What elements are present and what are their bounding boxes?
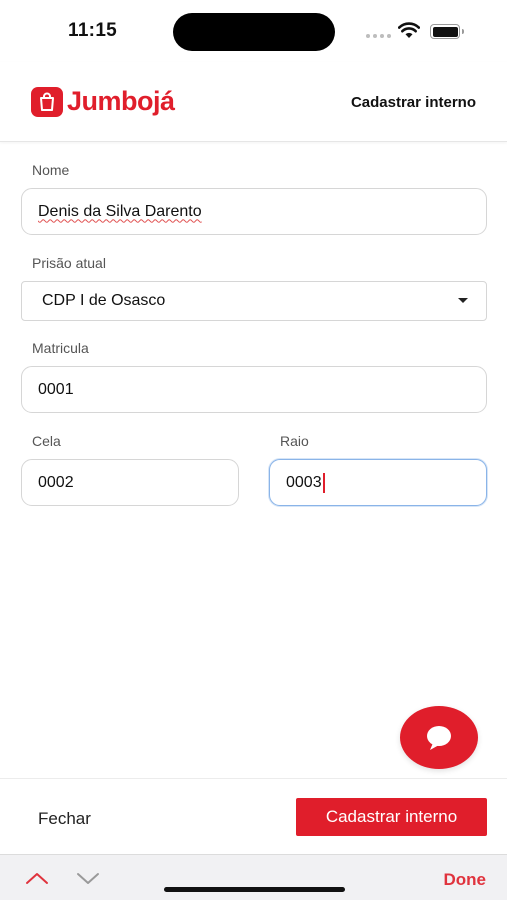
app-header: Jumbojá Cadastrar interno — [0, 62, 507, 142]
home-indicator — [164, 887, 345, 892]
chat-bubble-icon — [427, 725, 451, 750]
done-button[interactable]: Done — [444, 870, 487, 890]
footer-actions: Fechar Cadastrar interno — [0, 778, 507, 854]
caret-down-icon — [458, 298, 468, 303]
chat-button[interactable] — [400, 706, 478, 769]
close-button[interactable]: Fechar — [38, 809, 91, 829]
prisao-atual-label: Prisão atual — [32, 255, 106, 271]
dynamic-island — [173, 13, 335, 51]
submit-button[interactable]: Cadastrar interno — [296, 798, 487, 836]
status-time: 11:15 — [68, 20, 118, 41]
page-title: Cadastrar interno — [350, 94, 476, 111]
cela-value: 0002 — [38, 473, 74, 491]
brand-logo: Jumbojá — [31, 86, 175, 117]
nome-label: Nome — [32, 162, 70, 178]
brand-name: Jumbojá — [67, 86, 175, 116]
text-caret — [322, 472, 325, 493]
nome-value: Denis da Silva Darento — [38, 202, 202, 220]
battery-icon — [430, 24, 464, 39]
cela-label: Cela — [32, 433, 61, 449]
prisao-atual-select[interactable]: CDP I de Osasco — [21, 281, 487, 321]
status-bar: 11:15 — [0, 0, 507, 62]
chevron-down-icon[interactable] — [76, 871, 100, 890]
keyboard-accessory-bar: Done — [0, 854, 507, 900]
prisao-atual-value: CDP I de Osasco — [42, 292, 166, 309]
wifi-icon — [397, 22, 421, 44]
raio-input[interactable]: 0003 — [269, 459, 487, 506]
matricula-value: 0001 — [38, 380, 74, 398]
cellular-signal-icon — [366, 34, 391, 38]
matricula-input[interactable]: 0001 — [21, 366, 487, 413]
shopping-bag-logo-icon — [31, 86, 63, 117]
matricula-label: Matricula — [32, 340, 89, 356]
nome-input[interactable]: Denis da Silva Darento — [21, 188, 487, 235]
chevron-up-icon[interactable] — [25, 871, 49, 890]
raio-label: Raio — [280, 433, 309, 449]
cela-input[interactable]: 0002 — [21, 459, 239, 506]
raio-value: 0003 — [286, 473, 322, 491]
